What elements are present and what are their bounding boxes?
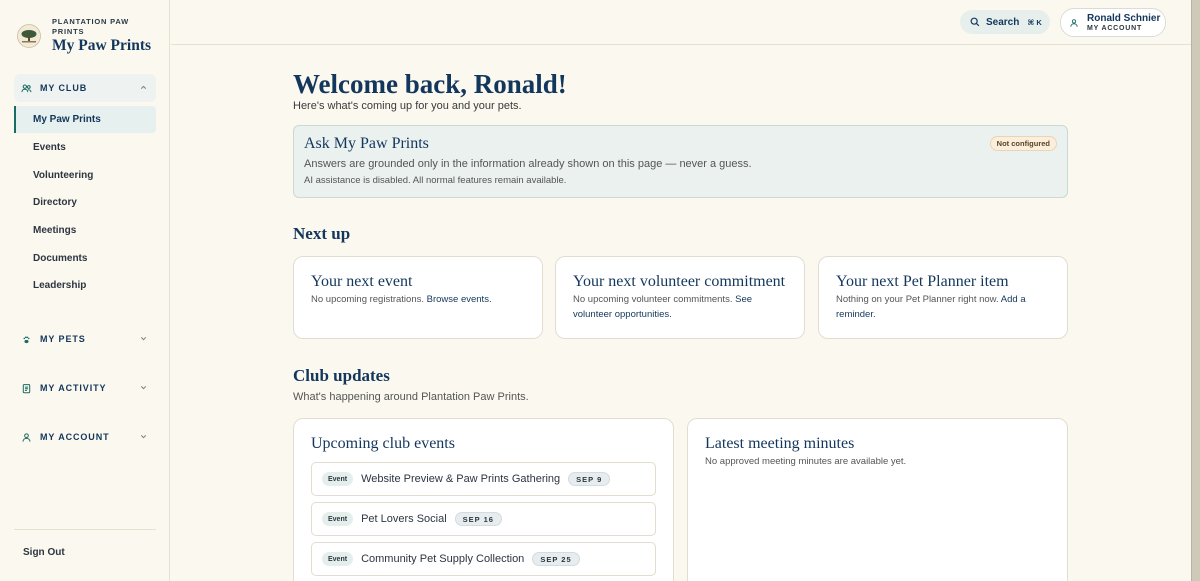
sidebar-divider — [14, 529, 156, 530]
card-title: Your next event — [311, 273, 413, 290]
next-pet-planner-card: Your next Pet Planner item Nothing on yo… — [818, 256, 1068, 339]
event-tag: Event — [322, 552, 354, 566]
page-title: Welcome back, Ronald! — [293, 69, 567, 99]
chevron-down-icon — [139, 383, 148, 392]
event-tag: Event — [322, 512, 354, 526]
card-title: Upcoming club events — [311, 435, 455, 452]
event-row[interactable]: Event Website Preview & Paw Prints Gathe… — [311, 462, 656, 496]
card-body: No upcoming registrations. Browse events… — [311, 292, 531, 307]
sidebar: PLANTATION PAW PRINTS My Paw Prints MY C… — [0, 0, 170, 581]
next-event-card: Your next event No upcoming registration… — [293, 256, 543, 339]
event-title: Pet Lovers Social — [361, 513, 447, 525]
sidebar-item-directory[interactable]: Directory — [14, 189, 156, 216]
chevron-up-icon — [139, 83, 148, 92]
event-row[interactable]: Event Pet Lovers Social SEP 16 — [311, 502, 656, 536]
sidebar-item-meetings[interactable]: Meetings — [14, 217, 156, 244]
event-tag: Event — [322, 472, 354, 486]
nav-group-label: MY CLUB — [40, 83, 88, 93]
event-title: Community Pet Supply Collection — [361, 553, 525, 565]
brand-org: PLANTATION PAW PRINTS — [52, 17, 130, 36]
search-label: Search — [986, 16, 1020, 28]
card-body: No upcoming volunteer commitments. See v… — [573, 292, 773, 322]
clipboard-icon — [21, 383, 32, 394]
card-title: Your next Pet Planner item — [836, 273, 1009, 290]
club-updates-subtitle: What's happening around Plantation Paw P… — [293, 391, 529, 403]
card-body: Nothing on your Pet Planner right now. A… — [836, 292, 1041, 322]
event-date-badge: SEP 16 — [454, 512, 502, 526]
club-updates-heading: Club updates — [293, 366, 390, 385]
card-title: Your next volunteer commitment — [573, 273, 786, 290]
meeting-minutes-card: Latest meeting minutes No approved meeti… — [687, 418, 1068, 581]
card-title: Latest meeting minutes — [705, 435, 855, 452]
brand-app-name: My Paw Prints — [52, 37, 152, 54]
sidebar-item-volunteering[interactable]: Volunteering — [14, 162, 156, 189]
page-subtitle: Here's what's coming up for you and your… — [293, 100, 522, 112]
nav-group-my-club[interactable]: MY CLUB — [14, 74, 156, 102]
account-menu-button[interactable]: Ronald Schnier MY ACCOUNT — [1060, 8, 1166, 37]
not-configured-badge: Not configured — [989, 136, 1057, 151]
sign-out-button[interactable]: Sign Out — [23, 547, 65, 558]
paw-icon — [21, 334, 32, 345]
scrollbar[interactable] — [1191, 0, 1200, 581]
nav-group-my-pets[interactable]: MY PETS — [14, 325, 156, 353]
nav-group-label: MY PETS — [40, 334, 86, 344]
topbar: Search ⌘ K Ronald Schnier MY ACCOUNT — [171, 0, 1191, 45]
people-icon — [21, 83, 32, 94]
sidebar-item-documents[interactable]: Documents — [14, 245, 156, 272]
sidebar-item-my-paw-prints[interactable]: My Paw Prints — [14, 106, 156, 133]
chevron-down-icon — [139, 432, 148, 441]
card-text: No upcoming registrations. — [311, 294, 424, 305]
nav-group-my-account[interactable]: MY ACCOUNT — [14, 423, 156, 451]
upcoming-events-card: Upcoming club events Event Website Previ… — [293, 418, 674, 581]
account-name: Ronald Schnier — [1087, 12, 1161, 24]
account-sublabel: MY ACCOUNT — [1087, 24, 1143, 32]
club-logo-icon — [17, 24, 41, 48]
ask-description: Answers are grounded only in the informa… — [304, 158, 752, 170]
search-button[interactable]: Search ⌘ K — [960, 10, 1050, 34]
search-shortcut: ⌘ K — [1027, 17, 1042, 27]
next-volunteer-card: Your next volunteer commitment No upcomi… — [555, 256, 805, 339]
brand[interactable]: PLANTATION PAW PRINTS My Paw Prints — [17, 17, 151, 55]
nav-group-label: MY ACCOUNT — [40, 432, 110, 442]
sidebar-item-leadership[interactable]: Leadership — [14, 272, 156, 299]
user-icon — [21, 432, 32, 443]
sidebar-item-events[interactable]: Events — [14, 134, 156, 161]
ask-panel: Ask My Paw Prints Answers are grounded o… — [293, 125, 1068, 198]
next-up-heading: Next up — [293, 224, 351, 243]
card-text: No upcoming volunteer commitments. — [573, 294, 733, 305]
nav-group-label: MY ACTIVITY — [40, 383, 107, 393]
card-body: No approved meeting minutes are availabl… — [705, 456, 907, 467]
main-content: Welcome back, Ronald! Here's what's comi… — [171, 46, 1191, 581]
nav-group-my-activity[interactable]: MY ACTIVITY — [14, 374, 156, 402]
event-title: Website Preview & Paw Prints Gathering — [361, 473, 561, 485]
search-icon — [970, 17, 980, 27]
event-date-badge: SEP 9 — [568, 472, 611, 486]
card-text: Nothing on your Pet Planner right now. — [836, 294, 999, 305]
ask-title: Ask My Paw Prints — [304, 135, 429, 152]
event-row[interactable]: Event Community Pet Supply Collection SE… — [311, 542, 656, 576]
event-date-badge: SEP 25 — [532, 552, 580, 566]
browse-events-link[interactable]: Browse events. — [427, 294, 492, 305]
user-icon — [1069, 18, 1079, 28]
chevron-down-icon — [139, 334, 148, 343]
ask-status-text: AI assistance is disabled. All normal fe… — [304, 175, 567, 186]
